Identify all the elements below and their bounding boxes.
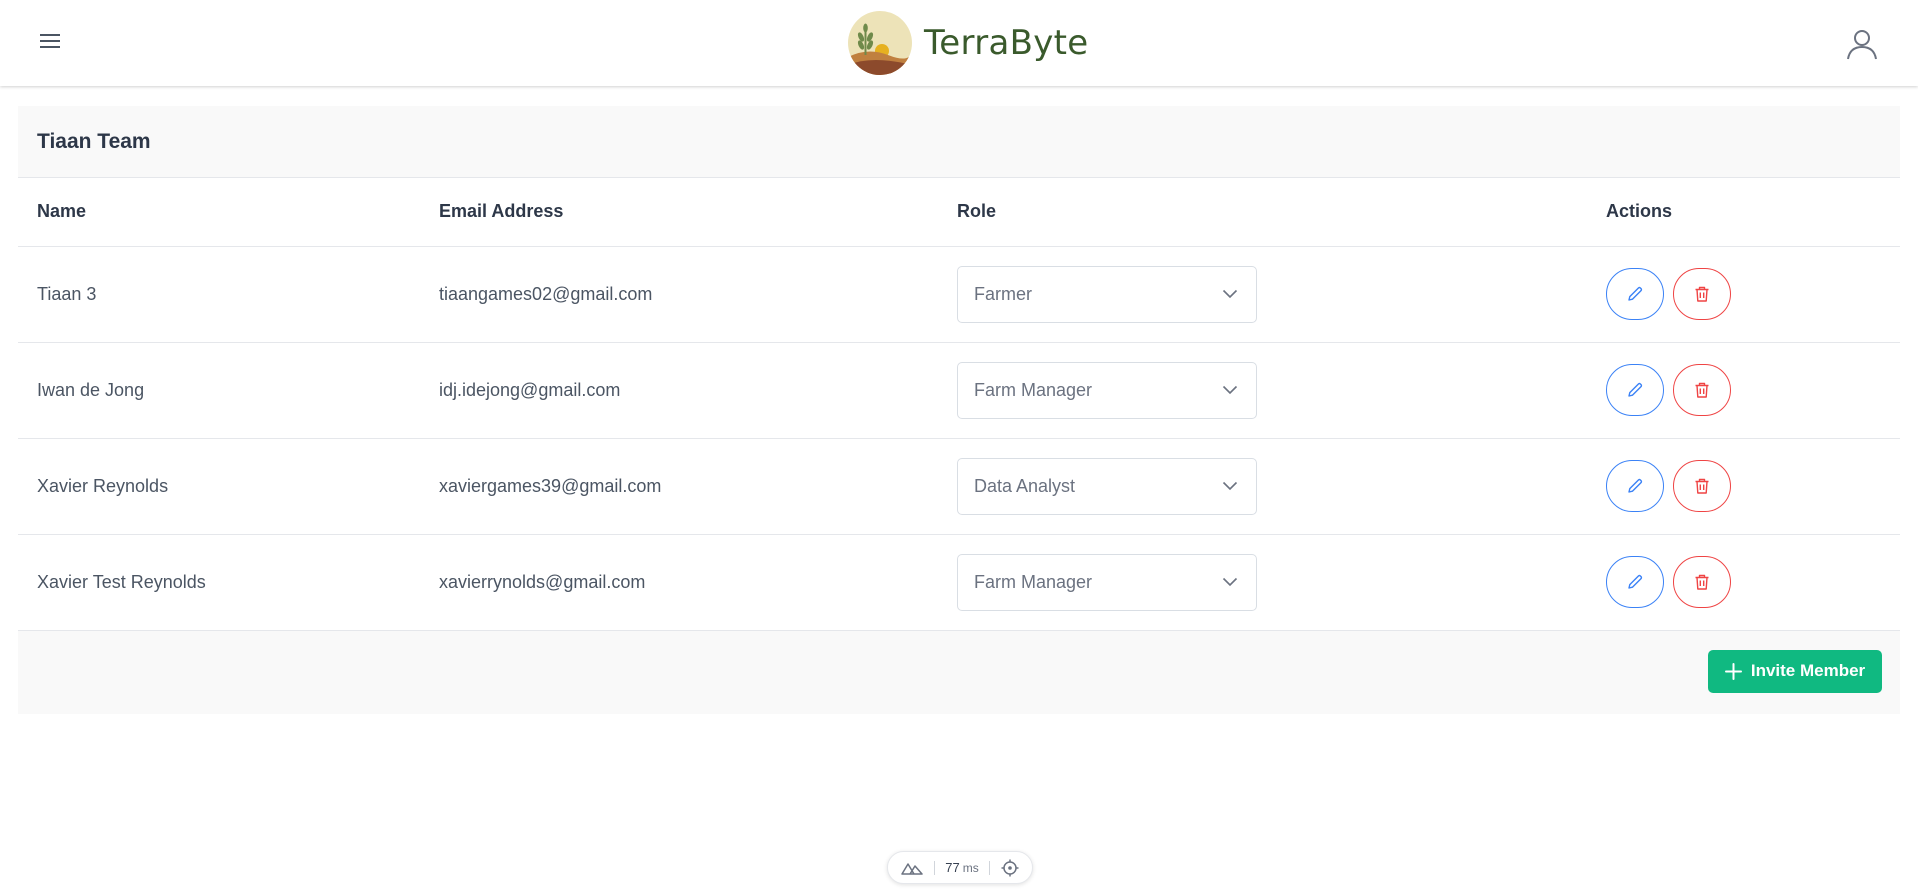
nuxt-logo-icon[interactable] xyxy=(901,861,923,875)
column-header-email: Email Address xyxy=(439,178,957,247)
edit-member-button[interactable] xyxy=(1606,268,1664,320)
render-time-value: 77 xyxy=(945,860,960,875)
edit-member-button[interactable] xyxy=(1606,364,1664,416)
divider xyxy=(933,860,935,875)
role-cell: Farm Manager xyxy=(957,534,1606,631)
top-navbar: TerraByte xyxy=(0,0,1918,86)
invite-member-label: Invite Member xyxy=(1750,661,1866,680)
brand[interactable]: TerraByte xyxy=(848,10,1089,76)
team-card: Tiaan Team Name Email Address Role Actio… xyxy=(18,106,1900,714)
role-select-value: Data Analyst xyxy=(974,475,1076,496)
trash-icon xyxy=(1695,286,1709,302)
trash-icon xyxy=(1695,574,1709,590)
actions-cell xyxy=(1606,342,1900,439)
pencil-icon xyxy=(1628,574,1643,589)
delete-member-button[interactable] xyxy=(1673,364,1731,416)
column-header-role: Role xyxy=(957,178,1606,247)
render-time-unit: ms xyxy=(962,861,979,875)
actions-cell xyxy=(1606,534,1900,631)
table-row: Iwan de Jong idj.idejong@gmail.com Farm … xyxy=(18,342,1900,439)
role-select[interactable]: Farm Manager xyxy=(957,553,1257,611)
role-select-value: Farm Manager xyxy=(974,571,1093,592)
hamburger-menu-icon[interactable] xyxy=(40,34,62,52)
members-table: Name Email Address Role Actions Tiaan 3 … xyxy=(18,178,1900,631)
member-name: Tiaan 3 xyxy=(18,246,439,343)
plus-icon xyxy=(1724,662,1742,680)
role-select[interactable]: Data Analyst xyxy=(957,457,1257,515)
table-row: Xavier Reynolds xaviergames39@gmail.com … xyxy=(18,438,1900,535)
chevron-down-icon xyxy=(1222,577,1238,587)
role-cell: Farm Manager xyxy=(957,342,1606,439)
team-card-footer: Invite Member xyxy=(18,630,1900,714)
crosshair-icon[interactable] xyxy=(1001,859,1019,877)
edit-member-button[interactable] xyxy=(1606,556,1664,608)
table-row: Xavier Test Reynolds xavierrynolds@gmail… xyxy=(18,534,1900,631)
pencil-icon xyxy=(1628,286,1643,301)
role-select-value: Farmer xyxy=(974,283,1032,304)
member-email: idj.idejong@gmail.com xyxy=(439,342,957,439)
chevron-down-icon xyxy=(1222,289,1238,299)
delete-member-button[interactable] xyxy=(1673,556,1731,608)
role-select[interactable]: Farm Manager xyxy=(957,361,1257,419)
member-email: xavierrynolds@gmail.com xyxy=(439,534,957,631)
chevron-down-icon xyxy=(1222,385,1238,395)
edit-member-button[interactable] xyxy=(1606,460,1664,512)
role-cell: Data Analyst xyxy=(957,438,1606,535)
brand-name: TerraByte xyxy=(924,23,1089,63)
divider xyxy=(989,860,991,875)
trash-icon xyxy=(1695,382,1709,398)
role-cell: Farmer xyxy=(957,246,1606,343)
dev-toolbar: 77 ms xyxy=(887,851,1033,884)
team-card-header: Tiaan Team xyxy=(18,106,1900,178)
table-row: Tiaan 3 tiaangames02@gmail.com Farmer xyxy=(18,246,1900,343)
member-name: Xavier Test Reynolds xyxy=(18,534,439,631)
terrabyte-logo-icon xyxy=(848,11,912,75)
pencil-icon xyxy=(1628,478,1643,493)
role-select-value: Farm Manager xyxy=(974,379,1093,400)
team-title: Tiaan Team xyxy=(37,129,151,153)
table-header-row: Name Email Address Role Actions xyxy=(18,178,1900,247)
chevron-down-icon xyxy=(1222,481,1238,491)
delete-member-button[interactable] xyxy=(1673,460,1731,512)
member-name: Iwan de Jong xyxy=(18,342,439,439)
actions-cell xyxy=(1606,246,1900,343)
member-name: Xavier Reynolds xyxy=(18,438,439,535)
pencil-icon xyxy=(1628,382,1643,397)
delete-member-button[interactable] xyxy=(1673,268,1731,320)
invite-member-button[interactable]: Invite Member xyxy=(1708,649,1882,693)
render-time: 77 ms xyxy=(945,860,978,875)
trash-icon xyxy=(1695,478,1709,494)
user-icon[interactable] xyxy=(1844,26,1880,62)
column-header-actions: Actions xyxy=(1606,178,1900,247)
member-email: xaviergames39@gmail.com xyxy=(439,438,957,535)
column-header-name: Name xyxy=(18,178,439,247)
role-select[interactable]: Farmer xyxy=(957,265,1257,323)
actions-cell xyxy=(1606,438,1900,535)
member-email: tiaangames02@gmail.com xyxy=(439,246,957,343)
